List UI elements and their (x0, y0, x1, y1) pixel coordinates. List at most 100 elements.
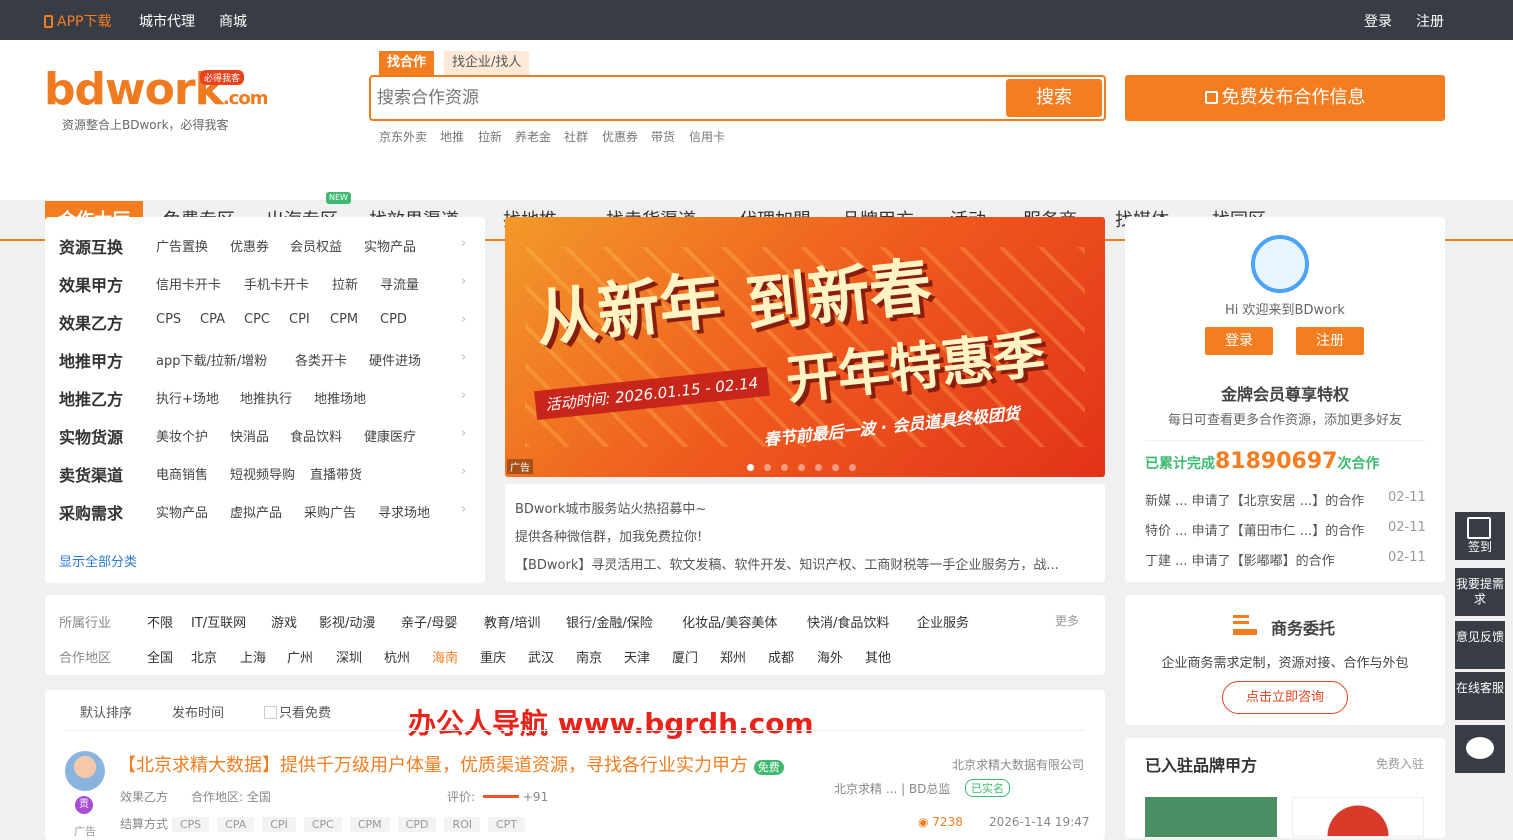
mall-link[interactable]: 商城 (219, 11, 247, 31)
app-download-link[interactable]: APP下载 (44, 11, 111, 31)
category-sub-item[interactable]: 实物产品 (156, 502, 208, 521)
tab-find-cooperation[interactable]: 找合作 (379, 51, 435, 75)
hot-word[interactable]: 拉新 (478, 128, 502, 145)
record-item[interactable]: 特价 ... 申请了【莆田市仁 ...】的合作 (1145, 520, 1364, 539)
region-option[interactable]: 杭州 (384, 647, 410, 666)
search-input[interactable] (377, 83, 997, 113)
banner-dot[interactable] (798, 464, 805, 471)
hot-word[interactable]: 地推 (440, 128, 464, 145)
category-sub-item[interactable]: 寻求场地 (378, 502, 430, 521)
category-sub-item[interactable]: CPD (380, 312, 407, 327)
brand-logo[interactable] (1145, 797, 1277, 837)
category-sub-item[interactable]: 手机卡开卡 (244, 274, 309, 293)
region-option[interactable]: 上海 (240, 647, 266, 666)
category-sub-item[interactable]: 地推执行 (240, 388, 292, 407)
industry-option[interactable]: 亲子/母婴 (401, 612, 457, 631)
poster-info[interactable]: 北京求精 ... | BD总监 (834, 780, 950, 797)
category-sub-item[interactable]: 采购广告 (304, 502, 356, 521)
banner-dot[interactable] (815, 464, 822, 471)
category-sub-item[interactable]: CPM (330, 312, 358, 327)
news-item[interactable]: BDwork城市服务站火热招募中~ (515, 498, 706, 517)
feedback-tool[interactable]: 意见反馈 (1455, 621, 1505, 669)
industry-option[interactable]: 银行/金融/保险 (566, 612, 653, 631)
region-option[interactable]: 深圳 (336, 647, 362, 666)
region-option[interactable]: 其他 (865, 647, 891, 666)
category-sub-item[interactable]: 拉新 (332, 274, 358, 293)
category-sub-item[interactable]: 地推场地 (314, 388, 366, 407)
record-item[interactable]: 丁建 ... 申请了【影嘟嘟】的合作 (1145, 550, 1335, 569)
news-item[interactable]: 提供各种微信群，加我免费拉你! (515, 526, 702, 545)
hot-word[interactable]: 信用卡 (689, 128, 725, 145)
banner-dots[interactable] (747, 460, 866, 475)
category-sub-item[interactable]: 短视频导购 (230, 464, 295, 483)
banner-dot[interactable] (747, 464, 754, 471)
category-title[interactable]: 效果乙方 (59, 310, 123, 334)
more-industries-link[interactable]: 更多 (1055, 612, 1079, 629)
category-sub-item[interactable]: 广告置换 (156, 236, 208, 255)
region-option[interactable]: 重庆 (480, 647, 506, 666)
listing-title[interactable]: 【北京求精大数据】提供千万级用户体量，优质渠道资源，寻找各行业实力甲方 免费 (118, 751, 784, 777)
category-title[interactable]: 效果甲方 (59, 272, 123, 296)
category-title[interactable]: 资源互换 (59, 234, 123, 258)
category-title[interactable]: 实物货源 (59, 424, 123, 448)
hot-word[interactable]: 养老金 (515, 128, 551, 145)
region-option[interactable]: 海南 (432, 647, 458, 666)
industry-option[interactable]: 企业服务 (917, 612, 969, 631)
sort-default[interactable]: 默认排序 (80, 702, 132, 721)
banner-dot[interactable] (849, 464, 856, 471)
banner-dot[interactable] (781, 464, 788, 471)
category-sub-item[interactable]: 寻流量 (380, 274, 419, 293)
region-option[interactable]: 北京 (191, 647, 217, 666)
category-sub-item[interactable]: CPC (244, 312, 270, 327)
sort-time[interactable]: 发布时间 (172, 702, 224, 721)
region-option[interactable]: 南京 (576, 647, 602, 666)
category-sub-item[interactable]: 硬件进场 (369, 350, 421, 369)
category-sub-item[interactable]: app下载/拉新/增粉 (156, 350, 267, 369)
request-tool[interactable]: 我要提需求 (1455, 568, 1505, 616)
category-sub-item[interactable]: CPA (200, 312, 225, 327)
free-only-checkbox[interactable]: 只看免费 (264, 702, 331, 721)
category-title[interactable]: 卖货渠道 (59, 462, 123, 486)
region-option[interactable]: 全国 (147, 647, 173, 666)
tab-find-company[interactable]: 找企业/找人 (444, 51, 530, 75)
category-sub-item[interactable]: 电商销售 (156, 464, 208, 483)
wechat-tool[interactable] (1455, 725, 1505, 773)
region-option[interactable]: 武汉 (528, 647, 554, 666)
category-sub-item[interactable]: 快消品 (230, 426, 269, 445)
category-sub-item[interactable]: 直播带货 (310, 464, 362, 483)
industry-option[interactable]: IT/互联网 (191, 612, 246, 631)
category-title[interactable]: 采购需求 (59, 500, 123, 524)
category-sub-item[interactable]: 美妆个护 (156, 426, 208, 445)
industry-option[interactable]: 教育/培训 (484, 612, 540, 631)
industry-option[interactable]: 快消/食品饮料 (807, 612, 889, 631)
promo-banner[interactable]: 从新年 到新春 开年特惠季 活动时间: 2026.01.15 - 02.14 春… (505, 217, 1105, 477)
free-join-link[interactable]: 免费入驻 (1376, 755, 1424, 772)
banner-dot[interactable] (764, 464, 771, 471)
category-sub-item[interactable]: 信用卡开卡 (156, 274, 221, 293)
support-tool[interactable]: 在线客服 (1455, 672, 1505, 720)
region-option[interactable]: 天津 (624, 647, 650, 666)
category-sub-item[interactable]: 实物产品 (364, 236, 416, 255)
login-link[interactable]: 登录 (1364, 11, 1392, 31)
search-button[interactable]: 搜索 (1006, 79, 1102, 117)
hot-word[interactable]: 京东外卖 (379, 128, 427, 145)
brand-logo[interactable] (1292, 797, 1424, 837)
panel-register-button[interactable]: 注册 (1296, 327, 1364, 355)
show-all-categories-link[interactable]: 显示全部分类 (59, 551, 137, 570)
region-option[interactable]: 海外 (817, 647, 843, 666)
category-sub-item[interactable]: 执行+场地 (156, 388, 219, 407)
category-sub-item[interactable]: 食品饮料 (290, 426, 342, 445)
category-title[interactable]: 地推乙方 (59, 386, 123, 410)
hot-word[interactable]: 社群 (564, 128, 588, 145)
category-title[interactable]: 地推甲方 (59, 348, 123, 372)
category-sub-item[interactable]: 虚拟产品 (230, 502, 282, 521)
region-option[interactable]: 成都 (768, 647, 794, 666)
register-link[interactable]: 注册 (1416, 11, 1444, 31)
region-option[interactable]: 广州 (287, 647, 313, 666)
hot-word[interactable]: 优惠券 (602, 128, 638, 145)
category-sub-item[interactable]: CPI (289, 312, 310, 327)
region-option[interactable]: 厦门 (672, 647, 698, 666)
consult-button[interactable]: 点击立即咨询 (1222, 681, 1348, 714)
industry-option[interactable]: 化妆品/美容美体 (682, 612, 777, 631)
region-option[interactable]: 郑州 (720, 647, 746, 666)
